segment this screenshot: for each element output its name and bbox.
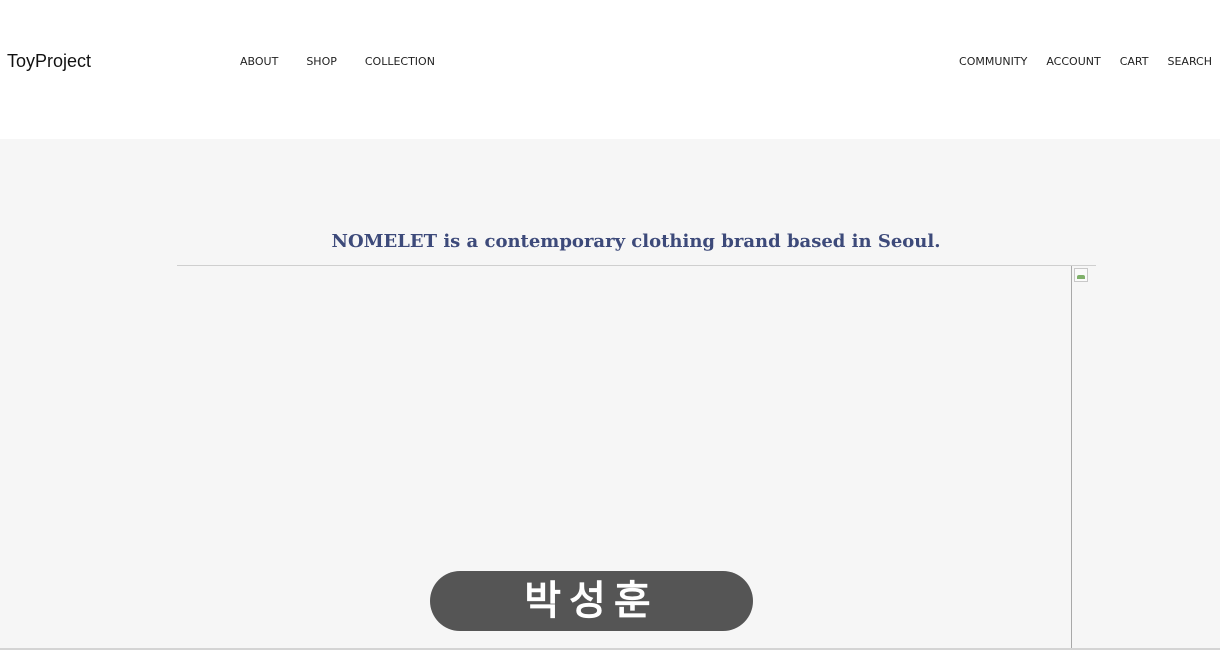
broken-image-icon <box>1074 268 1088 282</box>
primary-nav: ABOUT SHOP COLLECTION <box>240 55 463 69</box>
slide-border <box>1071 266 1072 650</box>
nav-link-collection[interactable]: COLLECTION <box>365 55 435 69</box>
nav-link-about[interactable]: ABOUT <box>240 55 278 69</box>
nav-link-shop[interactable]: SHOP <box>306 55 337 69</box>
nav-link-community[interactable]: COMMUNITY <box>959 55 1027 69</box>
name-button[interactable]: 박성훈 <box>430 571 753 631</box>
nav-link-cart[interactable]: CART <box>1120 55 1149 69</box>
utility-nav: COMMUNITY ACCOUNT CART SEARCH <box>959 55 1212 69</box>
nav-link-search[interactable]: SEARCH <box>1167 55 1212 69</box>
site-logo[interactable]: ToyProject <box>7 50 91 72</box>
nav-link-account[interactable]: ACCOUNT <box>1046 55 1100 69</box>
brand-tagline: NOMELET is a contemporary clothing brand… <box>331 230 941 252</box>
site-header: ToyProject ABOUT SHOP COLLECTION COMMUNI… <box>0 0 1220 139</box>
